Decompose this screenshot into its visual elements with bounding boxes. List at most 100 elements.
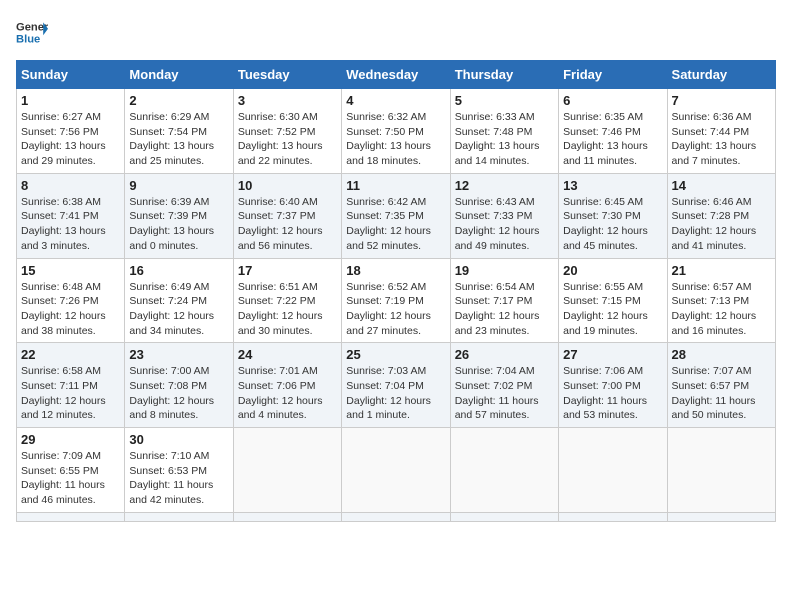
- day-cell-18: 18 Sunrise: 6:52 AMSunset: 7:19 PMDayligh…: [342, 258, 450, 343]
- day-info-8: Sunrise: 6:38 AMSunset: 7:41 PMDaylight:…: [21, 195, 120, 254]
- day-cell-13: 13Sunrise: 6:45 AMSunset: 7:30 PMDayligh…: [559, 173, 667, 258]
- day-info-10: Sunrise: 6:40 AMSunset: 7:37 PMDaylight:…: [238, 195, 337, 254]
- calendar-week-row: 22Sunrise: 6:58 AMSunset: 7:11 PMDayligh…: [17, 343, 776, 428]
- day-number-29: 29: [21, 432, 120, 447]
- empty-cell: [233, 428, 341, 513]
- day-cell-17: 17Sunrise: 6:51 AMSunset: 7:22 PMDayligh…: [233, 258, 341, 343]
- day-cell-28: 28Sunrise: 7:07 AMSunset: 6:57 PMDayligh…: [667, 343, 775, 428]
- day-number-11: 11: [346, 178, 445, 193]
- day-number-3: 3: [238, 93, 337, 108]
- day-number-23: 23: [129, 347, 228, 362]
- empty-cell: [125, 512, 233, 521]
- day-info-30: Sunrise: 7:10 AMSunset: 6:53 PMDaylight:…: [129, 449, 228, 508]
- day-number-20: 20: [563, 263, 662, 278]
- day-number-30: 30: [129, 432, 228, 447]
- day-cell-20: 20 Sunrise: 6:55 AMSunset: 7:15 PMDayligh…: [559, 258, 667, 343]
- day-cell-19: 19Sunrise: 6:54 AMSunset: 7:17 PMDayligh…: [450, 258, 558, 343]
- day-info-13: Sunrise: 6:45 AMSunset: 7:30 PMDaylight:…: [563, 195, 662, 254]
- day-info-11: Sunrise: 6:42 AMSunset: 7:35 PMDaylight:…: [346, 195, 445, 254]
- day-info-20: Sunrise: 6:55 AMSunset: 7:15 PMDaylight:…: [563, 280, 662, 339]
- day-number-4: 4: [346, 93, 445, 108]
- day-number-10: 10: [238, 178, 337, 193]
- day-info-29: Sunrise: 7:09 AMSunset: 6:55 PMDaylight:…: [21, 449, 120, 508]
- day-cell-15: 15Sunrise: 6:48 AMSunset: 7:26 PMDayligh…: [17, 258, 125, 343]
- header-monday: Monday: [125, 61, 233, 89]
- header-sunday: Sunday: [17, 61, 125, 89]
- day-cell-3: 3 Sunrise: 6:30 AMSunset: 7:52 PMDaylight…: [233, 89, 341, 174]
- day-cell-14: 14 Sunrise: 6:46 AMSunset: 7:28 PMDayligh…: [667, 173, 775, 258]
- empty-cell: [450, 428, 558, 513]
- day-info-12: Sunrise: 6:43 AMSunset: 7:33 PMDaylight:…: [455, 195, 554, 254]
- day-cell-1: 1 Sunrise: 6:27 AMSunset: 7:56 PMDaylight…: [17, 89, 125, 174]
- calendar-body: 1 Sunrise: 6:27 AMSunset: 7:56 PMDaylight…: [17, 89, 776, 522]
- day-info-5: Sunrise: 6:33 AMSunset: 7:48 PMDaylight:…: [455, 110, 554, 169]
- day-cell-27: 27 Sunrise: 7:06 AMSunset: 7:00 PMDayligh…: [559, 343, 667, 428]
- svg-text:Blue: Blue: [16, 33, 40, 45]
- header-saturday: Saturday: [667, 61, 775, 89]
- day-info-2: Sunrise: 6:29 AMSunset: 7:54 PMDaylight:…: [129, 110, 228, 169]
- day-cell-29: 29 Sunrise: 7:09 AMSunset: 6:55 PMDayligh…: [17, 428, 125, 513]
- calendar-header: SundayMondayTuesdayWednesdayThursdayFrid…: [17, 61, 776, 89]
- day-number-28: 28: [672, 347, 771, 362]
- day-number-18: 18: [346, 263, 445, 278]
- day-info-17: Sunrise: 6:51 AMSunset: 7:22 PMDaylight:…: [238, 280, 337, 339]
- day-number-1: 1: [21, 93, 120, 108]
- calendar-table: SundayMondayTuesdayWednesdayThursdayFrid…: [16, 60, 776, 522]
- calendar-week-row: 1 Sunrise: 6:27 AMSunset: 7:56 PMDaylight…: [17, 89, 776, 174]
- logo: General Blue: [16, 16, 52, 48]
- empty-cell: [667, 428, 775, 513]
- empty-cell: [559, 512, 667, 521]
- day-number-7: 7: [672, 93, 771, 108]
- day-number-16: 16: [129, 263, 228, 278]
- days-of-week-row: SundayMondayTuesdayWednesdayThursdayFrid…: [17, 61, 776, 89]
- day-info-27: Sunrise: 7:06 AMSunset: 7:00 PMDaylight:…: [563, 364, 662, 423]
- day-cell-30: 30 Sunrise: 7:10 AMSunset: 6:53 PMDayligh…: [125, 428, 233, 513]
- day-number-25: 25: [346, 347, 445, 362]
- day-number-8: 8: [21, 178, 120, 193]
- day-number-24: 24: [238, 347, 337, 362]
- calendar-week-row: 29 Sunrise: 7:09 AMSunset: 6:55 PMDayligh…: [17, 428, 776, 513]
- empty-cell: [17, 512, 125, 521]
- empty-cell: [450, 512, 558, 521]
- day-info-25: Sunrise: 7:03 AMSunset: 7:04 PMDaylight:…: [346, 364, 445, 423]
- day-number-5: 5: [455, 93, 554, 108]
- day-info-4: Sunrise: 6:32 AMSunset: 7:50 PMDaylight:…: [346, 110, 445, 169]
- day-cell-23: 23 Sunrise: 7:00 AMSunset: 7:08 PMDayligh…: [125, 343, 233, 428]
- day-info-1: Sunrise: 6:27 AMSunset: 7:56 PMDaylight:…: [21, 110, 120, 169]
- day-info-19: Sunrise: 6:54 AMSunset: 7:17 PMDaylight:…: [455, 280, 554, 339]
- day-number-27: 27: [563, 347, 662, 362]
- empty-cell: [667, 512, 775, 521]
- day-number-9: 9: [129, 178, 228, 193]
- day-info-18: Sunrise: 6:52 AMSunset: 7:19 PMDaylight:…: [346, 280, 445, 339]
- day-number-2: 2: [129, 93, 228, 108]
- day-cell-26: 26 Sunrise: 7:04 AMSunset: 7:02 PMDayligh…: [450, 343, 558, 428]
- day-info-21: Sunrise: 6:57 AMSunset: 7:13 PMDaylight:…: [672, 280, 771, 339]
- day-cell-6: 6Sunrise: 6:35 AMSunset: 7:46 PMDaylight…: [559, 89, 667, 174]
- day-cell-16: 16 Sunrise: 6:49 AMSunset: 7:24 PMDayligh…: [125, 258, 233, 343]
- day-info-23: Sunrise: 7:00 AMSunset: 7:08 PMDaylight:…: [129, 364, 228, 423]
- empty-cell: [342, 428, 450, 513]
- calendar-week-row: 15Sunrise: 6:48 AMSunset: 7:26 PMDayligh…: [17, 258, 776, 343]
- day-cell-4: 4 Sunrise: 6:32 AMSunset: 7:50 PMDaylight…: [342, 89, 450, 174]
- header-wednesday: Wednesday: [342, 61, 450, 89]
- empty-cell: [342, 512, 450, 521]
- day-info-26: Sunrise: 7:04 AMSunset: 7:02 PMDaylight:…: [455, 364, 554, 423]
- day-info-14: Sunrise: 6:46 AMSunset: 7:28 PMDaylight:…: [672, 195, 771, 254]
- calendar-week-row: [17, 512, 776, 521]
- day-cell-8: 8 Sunrise: 6:38 AMSunset: 7:41 PMDaylight…: [17, 173, 125, 258]
- day-number-26: 26: [455, 347, 554, 362]
- day-cell-9: 9Sunrise: 6:39 AMSunset: 7:39 PMDaylight…: [125, 173, 233, 258]
- day-info-3: Sunrise: 6:30 AMSunset: 7:52 PMDaylight:…: [238, 110, 337, 169]
- day-number-14: 14: [672, 178, 771, 193]
- day-cell-24: 24Sunrise: 7:01 AMSunset: 7:06 PMDayligh…: [233, 343, 341, 428]
- day-number-21: 21: [672, 263, 771, 278]
- day-cell-11: 11 Sunrise: 6:42 AMSunset: 7:35 PMDayligh…: [342, 173, 450, 258]
- day-info-16: Sunrise: 6:49 AMSunset: 7:24 PMDaylight:…: [129, 280, 228, 339]
- day-number-6: 6: [563, 93, 662, 108]
- day-cell-2: 2 Sunrise: 6:29 AMSunset: 7:54 PMDaylight…: [125, 89, 233, 174]
- calendar-week-row: 8 Sunrise: 6:38 AMSunset: 7:41 PMDaylight…: [17, 173, 776, 258]
- day-number-12: 12: [455, 178, 554, 193]
- page-header: General Blue: [16, 16, 776, 48]
- day-info-15: Sunrise: 6:48 AMSunset: 7:26 PMDaylight:…: [21, 280, 120, 339]
- header-friday: Friday: [559, 61, 667, 89]
